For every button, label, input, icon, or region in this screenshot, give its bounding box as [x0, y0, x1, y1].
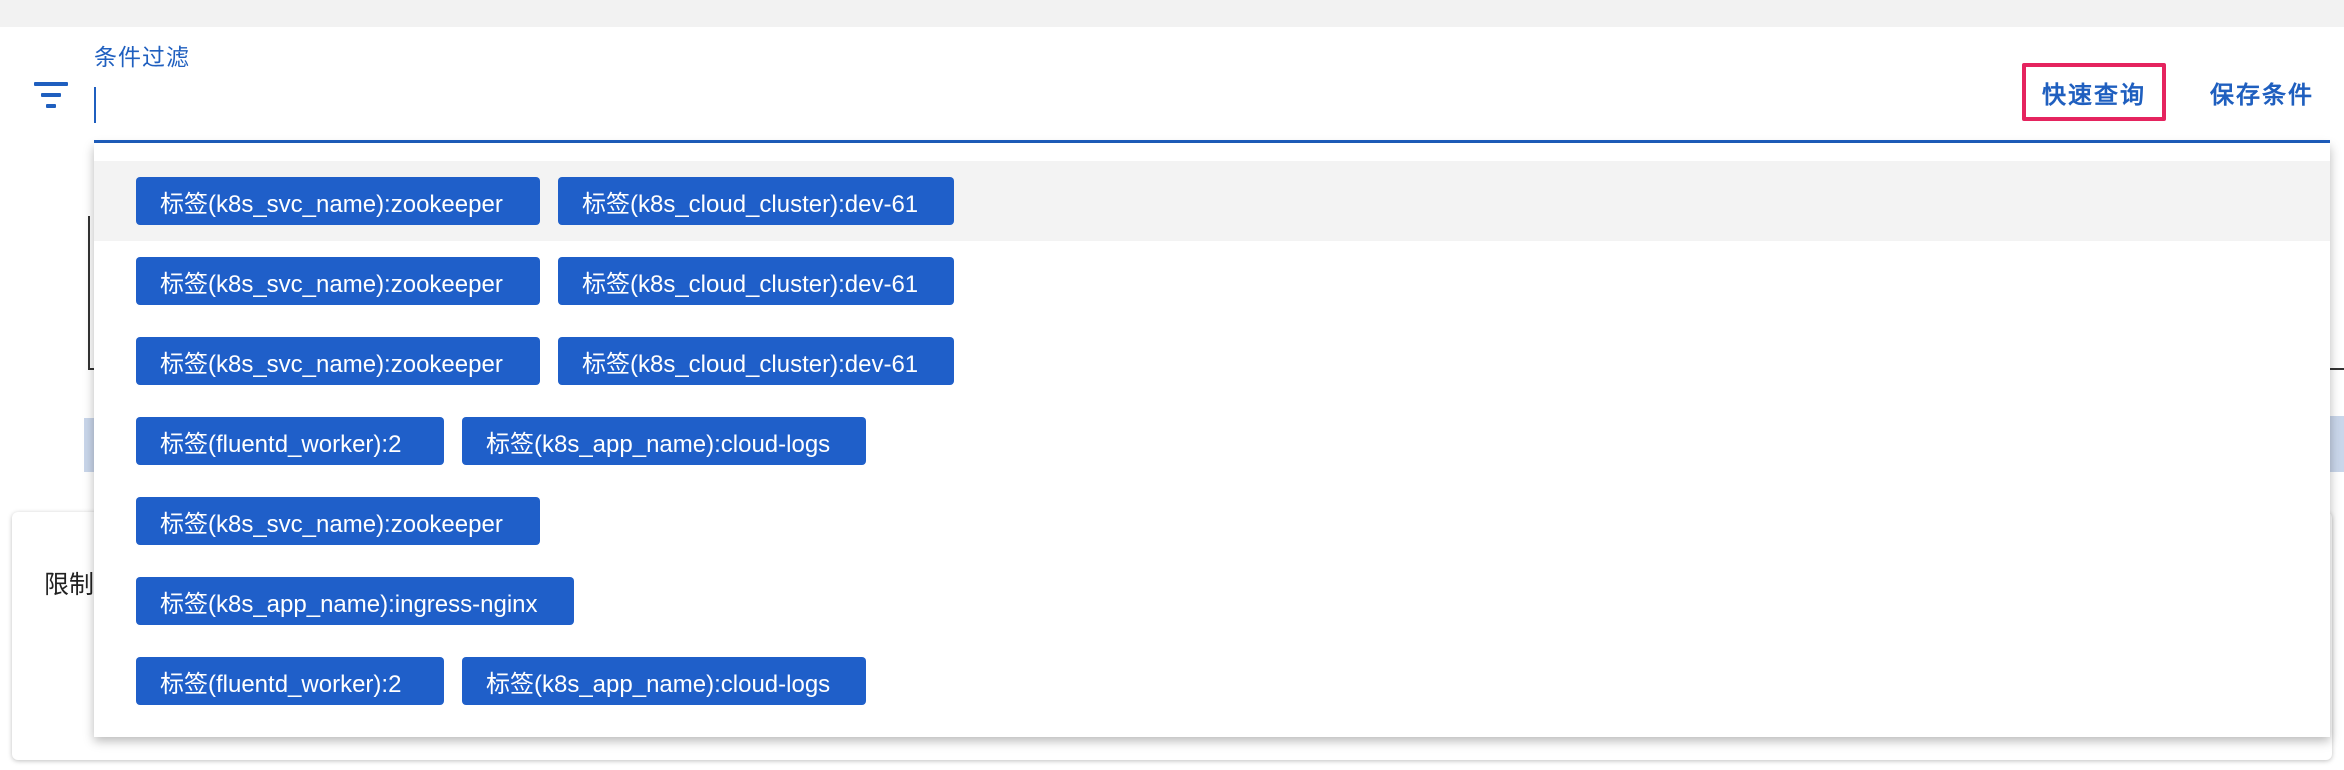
tag-chip[interactable]: 标签(k8s_cloud_cluster):dev-61 [558, 337, 954, 385]
background-row-highlight [84, 418, 94, 472]
tag-chip[interactable]: 标签(k8s_app_name):cloud-logs [462, 657, 866, 705]
tag-chip[interactable]: 标签(k8s_cloud_cluster):dev-61 [558, 257, 954, 305]
suggestion-dropdown: 标签(k8s_svc_name):zookeeper 标签(k8s_cloud_… [94, 143, 2330, 737]
tag-chip[interactable]: 标签(k8s_svc_name):zookeeper [136, 497, 540, 545]
tag-chip[interactable]: 标签(fluentd_worker):2 [136, 657, 444, 705]
tag-chip[interactable]: 标签(k8s_svc_name):zookeeper [136, 177, 540, 225]
tag-chip[interactable]: 标签(k8s_cloud_cluster):dev-61 [558, 177, 954, 225]
save-condition-button[interactable]: 保存条件 [2186, 63, 2338, 121]
top-strip [0, 0, 2344, 27]
tag-chip[interactable]: 标签(k8s_app_name):cloud-logs [462, 417, 866, 465]
background-row-highlight [2330, 416, 2344, 472]
tag-chip[interactable]: 标签(k8s_svc_name):zookeeper [136, 337, 540, 385]
suggestion-row[interactable]: 标签(k8s_svc_name):zookeeper 标签(k8s_cloud_… [94, 161, 2330, 241]
suggestion-row[interactable]: 标签(fluentd_worker):2 标签(k8s_app_name):cl… [94, 401, 2330, 481]
filter-field-label: 条件过滤 [94, 45, 190, 71]
tag-chip[interactable]: 标签(fluentd_worker):2 [136, 417, 444, 465]
suggestion-row[interactable]: 标签(k8s_svc_name):zookeeper 标签(k8s_cloud_… [94, 241, 2330, 321]
filter-input-caret[interactable] [94, 87, 96, 123]
background-card-label: 限制 [44, 570, 95, 599]
suggestion-row[interactable]: 标签(k8s_svc_name):zookeeper 标签(k8s_cloud_… [94, 321, 2330, 401]
tag-chip[interactable]: 标签(k8s_svc_name):zookeeper [136, 257, 540, 305]
quick-query-button[interactable]: 快速查询 [2022, 63, 2166, 121]
tag-chip[interactable]: 标签(k8s_app_name):ingress-nginx [136, 577, 574, 625]
suggestion-row[interactable]: 标签(k8s_app_name):ingress-nginx [94, 561, 2330, 641]
suggestion-row[interactable]: 标签(k8s_svc_name):zookeeper [94, 481, 2330, 561]
suggestion-row[interactable]: 标签(fluentd_worker):2 标签(k8s_app_name):cl… [94, 641, 2330, 721]
filter-bar [0, 27, 2344, 147]
filter-list-icon[interactable] [34, 82, 70, 110]
